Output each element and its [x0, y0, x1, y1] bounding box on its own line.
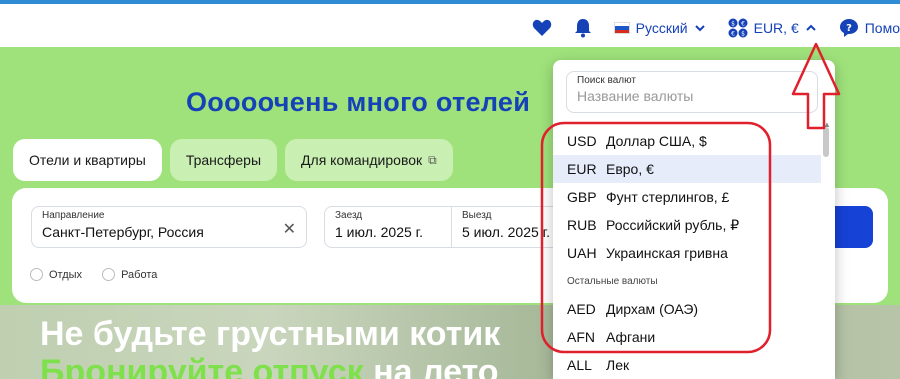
- currency-option-uah[interactable]: UAH Украинская гривна: [553, 239, 821, 267]
- tab-transfers-label: Трансферы: [185, 152, 262, 168]
- currency-code: AED: [567, 301, 596, 317]
- destination-value: Санкт-Петербург, Россия: [42, 224, 204, 240]
- currency-code: RUB: [567, 217, 597, 233]
- checkout-label: Выезд: [462, 210, 492, 221]
- currency-option-eur[interactable]: EUR Евро, €: [553, 155, 821, 183]
- currency-name: Евро, €: [606, 161, 654, 177]
- trip-purpose: Отдых Работа: [30, 268, 157, 281]
- checkin-label: Заезд: [335, 210, 363, 221]
- checkout-field[interactable]: Выезд 5 июл. 2025 г.: [452, 206, 562, 248]
- currency-option-all[interactable]: ALL Лек: [553, 351, 821, 379]
- currency-coins-icon: $ € € $: [728, 18, 748, 38]
- currency-code: USD: [567, 133, 597, 149]
- checkin-value: 1 июл. 2025 г.: [335, 224, 423, 240]
- favorites-button[interactable]: [532, 19, 552, 37]
- currency-option-rub[interactable]: RUB Российский рубль, ₽: [553, 211, 821, 239]
- russia-flag-icon: [613, 22, 630, 34]
- radio-work-label: Работа: [121, 268, 158, 281]
- clear-icon[interactable]: ✕: [283, 219, 296, 239]
- currency-code: UAH: [567, 245, 597, 261]
- svg-text:€: €: [741, 21, 745, 28]
- tab-transfers[interactable]: Трансферы: [169, 139, 278, 181]
- destination-label: Направление: [42, 210, 105, 221]
- other-currencies-heading: Остальные валюты: [567, 275, 658, 287]
- external-link-icon: ⧉: [428, 152, 437, 167]
- currency-search-label: Поиск валют: [577, 75, 636, 86]
- currency-option-gbp[interactable]: GBP Фунт стерлингов, £: [553, 183, 821, 211]
- tab-hotels[interactable]: Отели и квартиры: [13, 139, 162, 181]
- promo-line2-rest: на лето: [363, 353, 499, 379]
- tab-business-label: Для командировок: [301, 152, 423, 168]
- currency-option-afn[interactable]: AFN Афгани: [553, 323, 821, 351]
- currency-name: Лек: [606, 357, 630, 373]
- currency-option-aed[interactable]: AED Дирхам (ОАЭ): [553, 295, 821, 323]
- currency-code: AFN: [567, 329, 595, 345]
- currency-code: GBP: [567, 189, 597, 205]
- destination-field[interactable]: Направление Санкт-Петербург, Россия ✕: [31, 206, 307, 248]
- currency-name: Российский рубль, ₽: [606, 216, 740, 233]
- help-button[interactable]: ? Помо: [839, 18, 900, 38]
- currency-search-field[interactable]: Поиск валют: [566, 71, 818, 113]
- help-icon: ?: [839, 19, 858, 37]
- promo-line1: Не будьте грустными котик: [40, 315, 501, 353]
- search-tabs: Отели и квартиры Трансферы Для командиро…: [13, 139, 453, 181]
- help-label: Помо: [864, 20, 900, 36]
- svg-text:?: ?: [846, 23, 852, 34]
- radio-work[interactable]: Работа: [102, 268, 157, 281]
- scrollbar-thumb[interactable]: [823, 127, 829, 157]
- hero-title: Ооооочень много отелей: [186, 87, 531, 117]
- currency-name: Украинская гривна: [606, 245, 728, 261]
- notifications-button[interactable]: [574, 18, 592, 38]
- tab-hotels-label: Отели и квартиры: [29, 152, 146, 168]
- currency-name: Афгани: [606, 329, 656, 345]
- promo-line2: Бронируйте отпуск на лето: [40, 353, 499, 379]
- currency-name: Фунт стерлингов, £: [606, 189, 730, 205]
- top-bar: Русский $ € € $ EUR, € ? Помо: [0, 0, 900, 47]
- currency-name: Доллар США, $: [606, 133, 707, 149]
- svg-text:$: $: [741, 31, 745, 38]
- currency-selector[interactable]: $ € € $ EUR, €: [728, 18, 817, 38]
- checkin-field[interactable]: Заезд 1 июл. 2025 г.: [324, 206, 452, 248]
- svg-text:$: $: [731, 21, 735, 28]
- radio-leisure-label: Отдых: [49, 268, 83, 281]
- currency-option-usd[interactable]: USD Доллар США, $: [553, 127, 821, 155]
- svg-text:€: €: [731, 31, 735, 38]
- checkout-value: 5 июл. 2025 г.: [462, 224, 550, 240]
- currency-code: ALL: [567, 357, 592, 373]
- currency-dropdown: Поиск валют ▲ USDДоллар США, $ EURЕвро, …: [553, 60, 835, 379]
- chevron-down-icon: [694, 25, 705, 32]
- currency-label: EUR, €: [753, 20, 799, 36]
- chevron-up-icon: [806, 24, 816, 31]
- language-label: Русский: [635, 20, 688, 36]
- language-selector[interactable]: Русский: [613, 20, 706, 36]
- top-bar-actions: Русский $ € € $ EUR, € ? Помо: [510, 14, 900, 42]
- heart-icon: [532, 19, 551, 36]
- radio-circle: [30, 268, 43, 281]
- bell-icon: [574, 19, 591, 38]
- currency-name: Дирхам (ОАЭ): [606, 301, 699, 317]
- currency-list: USD Доллар США, $ EUR Евро, € GBP Фунт стер…: [553, 127, 821, 379]
- currency-search-input[interactable]: [577, 88, 807, 104]
- radio-circle: [102, 268, 116, 281]
- promo-link[interactable]: Бронируйте отпуск: [40, 353, 364, 379]
- currency-code: EUR: [567, 161, 597, 177]
- radio-leisure[interactable]: Отдых: [30, 268, 82, 281]
- tab-business-trips[interactable]: Для командировок ⧉: [285, 139, 453, 181]
